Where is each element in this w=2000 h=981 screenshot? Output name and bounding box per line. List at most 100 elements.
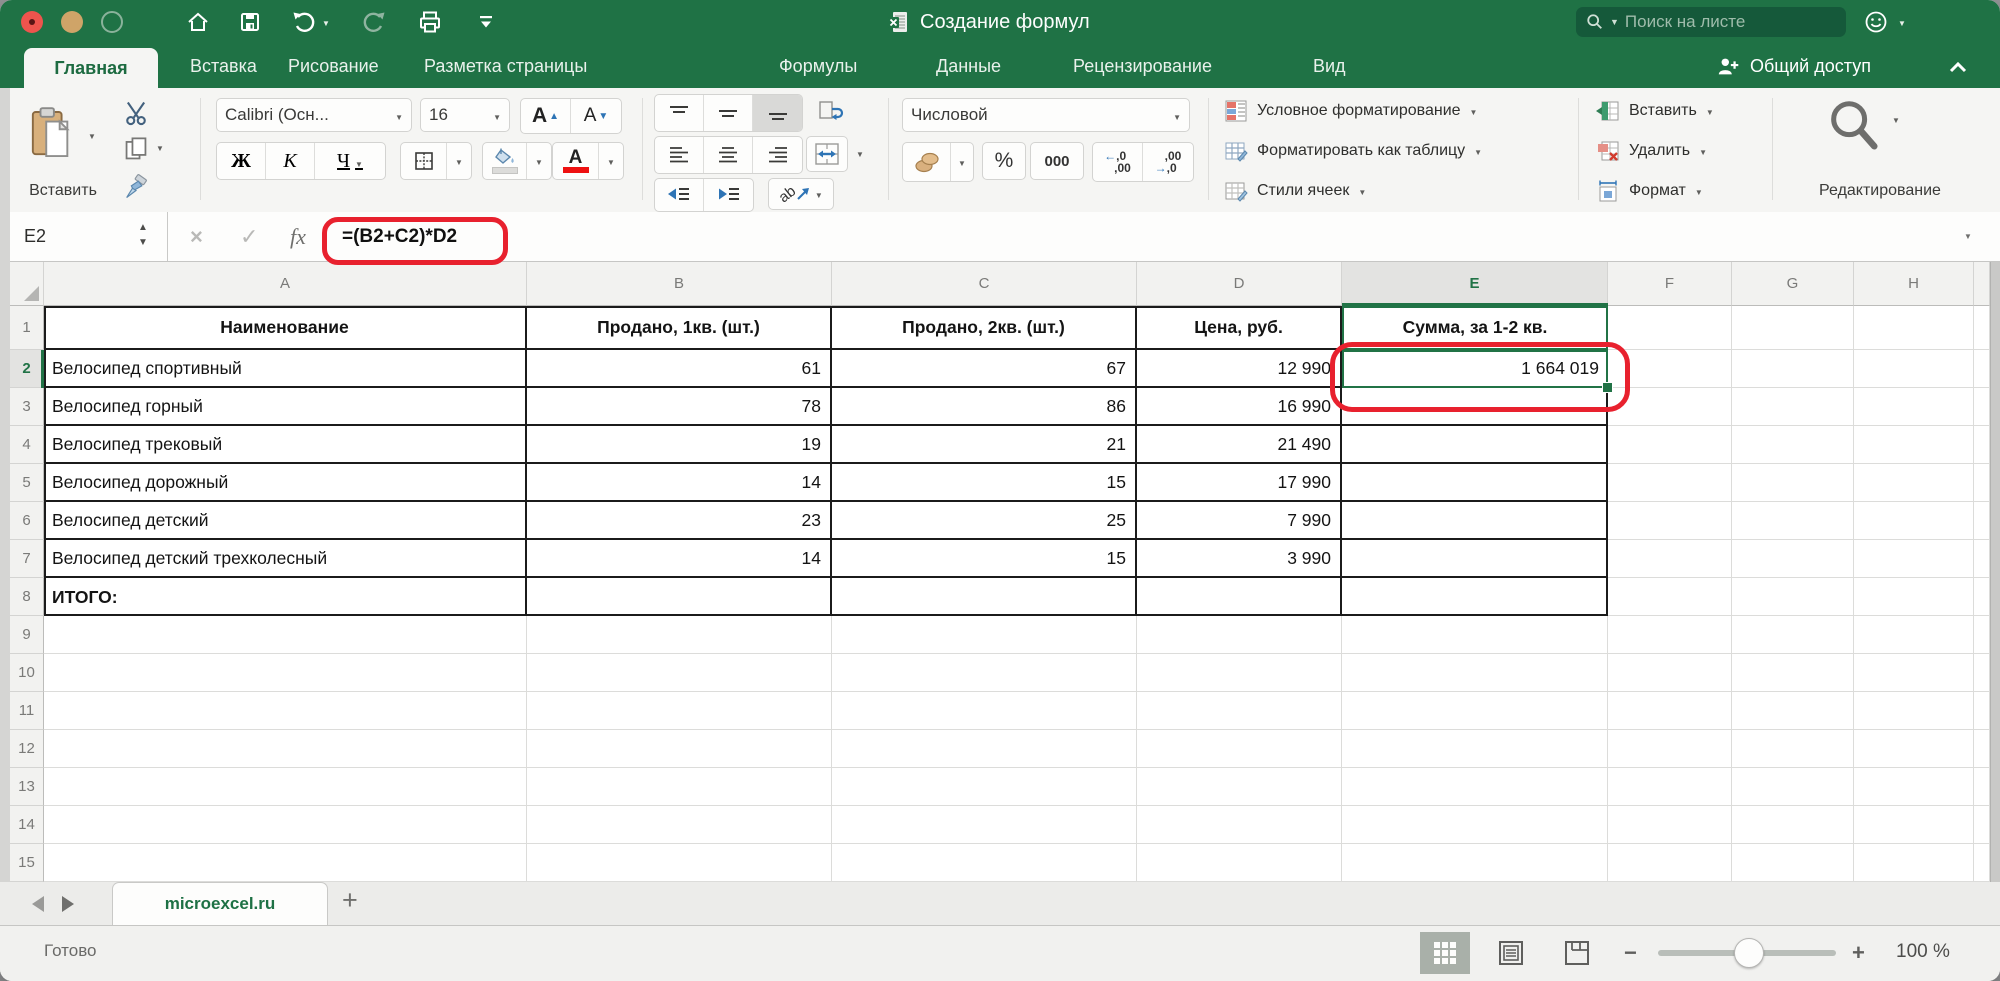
undo-dropdown-icon[interactable]: ▼	[322, 19, 330, 28]
cell-G3[interactable]	[1732, 388, 1854, 426]
cell-E5[interactable]	[1342, 464, 1608, 502]
row-header-3[interactable]: 3	[10, 388, 44, 426]
next-sheet-icon[interactable]	[62, 896, 74, 912]
align-right-button[interactable]	[753, 137, 802, 173]
cell-C10[interactable]	[832, 654, 1137, 692]
cell-H12[interactable]	[1854, 730, 1974, 768]
insert-cells-button[interactable]: Вставить	[1596, 94, 1714, 128]
stepper-down-icon[interactable]: ▼	[138, 235, 148, 250]
ribbon-tab-2[interactable]: Вставка	[190, 44, 257, 88]
cell-F13[interactable]	[1608, 768, 1732, 806]
cell-G11[interactable]	[1732, 692, 1854, 730]
cell-D2[interactable]: 12 990	[1137, 350, 1342, 388]
borders-button[interactable]	[401, 143, 447, 179]
cell-C12[interactable]	[832, 730, 1137, 768]
share-button[interactable]: Общий доступ	[1716, 44, 1871, 88]
cell-D11[interactable]	[1137, 692, 1342, 730]
underline-button[interactable]: Ч	[315, 143, 385, 179]
cell-A3[interactable]: Велосипед горный	[44, 388, 527, 426]
cell-C11[interactable]	[832, 692, 1137, 730]
cell-G9[interactable]	[1732, 616, 1854, 654]
currency-button[interactable]	[903, 143, 951, 181]
cell-B13[interactable]	[527, 768, 832, 806]
cell-H8[interactable]	[1854, 578, 1974, 616]
cell-A4[interactable]: Велосипед трековый	[44, 426, 527, 464]
cell-G13[interactable]	[1732, 768, 1854, 806]
cell-H5[interactable]	[1854, 464, 1974, 502]
column-header-A[interactable]: A	[44, 262, 527, 306]
cell-B14[interactable]	[527, 806, 832, 844]
zoom-in-button[interactable]: +	[1852, 940, 1865, 966]
format-cells-button[interactable]: Формат	[1596, 174, 1703, 208]
cell-G10[interactable]	[1732, 654, 1854, 692]
cell-E3[interactable]	[1342, 388, 1608, 426]
redo-icon[interactable]	[362, 10, 386, 34]
cell-E13[interactable]	[1342, 768, 1608, 806]
cell-B6[interactable]: 23	[527, 502, 832, 540]
normal-view-button[interactable]	[1420, 932, 1470, 974]
cell-B15[interactable]	[527, 844, 832, 882]
delete-cells-button[interactable]: Удалить	[1596, 134, 1707, 168]
copy-icon[interactable]	[124, 136, 148, 162]
grow-font-button[interactable]: A▲	[521, 99, 571, 133]
cell-F4[interactable]	[1608, 426, 1732, 464]
cell-F5[interactable]	[1608, 464, 1732, 502]
row-header-14[interactable]: 14	[10, 806, 44, 844]
cell-D4[interactable]: 21 490	[1137, 426, 1342, 464]
cell-A10[interactable]	[44, 654, 527, 692]
cell-A7[interactable]: Велосипед детский трехколесный	[44, 540, 527, 578]
cell-F10[interactable]	[1608, 654, 1732, 692]
paste-dropdown-icon[interactable]: ▼	[88, 132, 96, 141]
previous-sheet-icon[interactable]	[32, 896, 44, 912]
ribbon-tab-5[interactable]: Формулы	[779, 44, 857, 88]
cell-F11[interactable]	[1608, 692, 1732, 730]
cell-H10[interactable]	[1854, 654, 1974, 692]
save-icon[interactable]	[238, 10, 262, 34]
cell-H13[interactable]	[1854, 768, 1974, 806]
fill-color-button[interactable]	[483, 143, 527, 179]
ribbon-collapse-chevron-icon[interactable]	[1948, 60, 1968, 74]
cell-D6[interactable]: 7 990	[1137, 502, 1342, 540]
font-color-dropdown[interactable]	[599, 143, 623, 179]
column-header-H[interactable]: H	[1854, 262, 1974, 306]
number-format-select[interactable]: Числовой	[902, 98, 1190, 132]
ribbon-tab-1[interactable]: Главная	[24, 48, 158, 88]
fill-color-dropdown[interactable]	[527, 143, 551, 179]
row-header-8[interactable]: 8	[10, 578, 44, 616]
row-header-11[interactable]: 11	[10, 692, 44, 730]
cell-H9[interactable]	[1854, 616, 1974, 654]
cell-A5[interactable]: Велосипед дорожный	[44, 464, 527, 502]
cell-E14[interactable]	[1342, 806, 1608, 844]
cell-B10[interactable]	[527, 654, 832, 692]
row-header-4[interactable]: 4	[10, 426, 44, 464]
formula-input[interactable]: =(B2+C2)*D2	[342, 212, 457, 261]
cell-H6[interactable]	[1854, 502, 1974, 540]
row-header-12[interactable]: 12	[10, 730, 44, 768]
smiley-dropdown-icon[interactable]: ▼	[1898, 19, 1906, 28]
fill-handle[interactable]	[1602, 382, 1613, 393]
cell-G1[interactable]	[1732, 306, 1854, 350]
cell-H2[interactable]	[1854, 350, 1974, 388]
cell-F12[interactable]	[1608, 730, 1732, 768]
select-all-corner[interactable]	[10, 262, 44, 306]
merge-dropdown-icon[interactable]: ▼	[856, 150, 864, 159]
smiley-feedback-icon[interactable]	[1864, 10, 1888, 34]
format-painter-icon[interactable]	[122, 174, 150, 200]
column-header-B[interactable]: B	[527, 262, 832, 306]
cell-B12[interactable]	[527, 730, 832, 768]
align-center-button[interactable]	[704, 137, 753, 173]
add-sheet-button[interactable]: +	[342, 885, 358, 916]
page-layout-view-button[interactable]	[1486, 932, 1536, 974]
cell-D8[interactable]	[1137, 578, 1342, 616]
cell-B11[interactable]	[527, 692, 832, 730]
cell-G12[interactable]	[1732, 730, 1854, 768]
cell-G2[interactable]	[1732, 350, 1854, 388]
cell-E15[interactable]	[1342, 844, 1608, 882]
row-header-7[interactable]: 7	[10, 540, 44, 578]
cell-A13[interactable]	[44, 768, 527, 806]
font-size-select[interactable]: 16	[420, 98, 510, 132]
cell-B8[interactable]	[527, 578, 832, 616]
cell-D10[interactable]	[1137, 654, 1342, 692]
increase-decimal-button[interactable]: ←,0,00	[1093, 143, 1143, 181]
orientation-button[interactable]: ab	[768, 178, 834, 210]
